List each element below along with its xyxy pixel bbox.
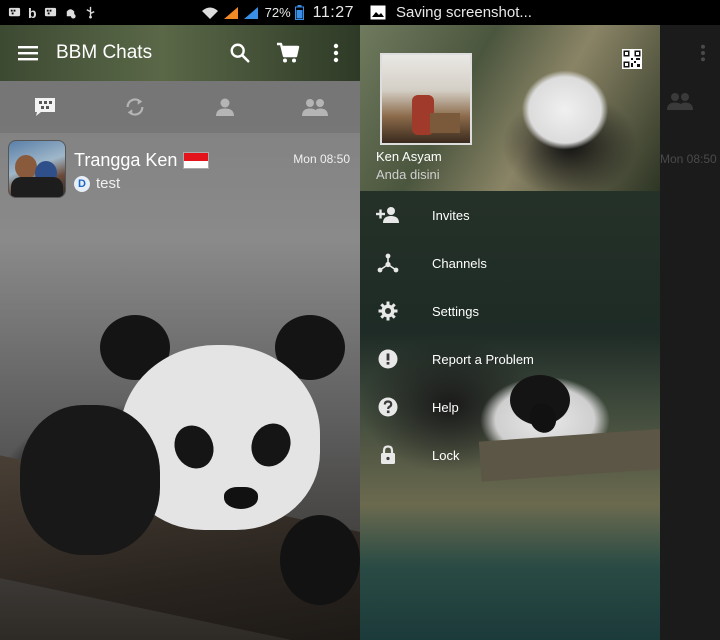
- profile-avatar[interactable]: [380, 53, 472, 145]
- app-bar: BBM Chats: [0, 25, 360, 81]
- menu-label: Settings: [432, 303, 479, 319]
- android-notification-icon: [66, 9, 76, 19]
- delivered-badge: D: [74, 175, 90, 192]
- panda-paw-left: [20, 405, 160, 555]
- dimmed-main-content[interactable]: Mon 08:50: [660, 25, 720, 640]
- tab-groups[interactable]: [270, 81, 360, 133]
- clock: 11:27: [312, 3, 354, 21]
- sync-icon: [126, 98, 144, 116]
- navigation-drawer: Ken Asyam Anda disini Invites Channels S…: [360, 25, 660, 640]
- channels-icon: [377, 253, 399, 273]
- battery-icon: [294, 5, 304, 20]
- search-icon: [230, 43, 250, 63]
- shop-button[interactable]: [270, 35, 306, 71]
- profile-status: Anda disini: [376, 167, 440, 182]
- cart-icon: [277, 42, 300, 63]
- menu-item-help[interactable]: Help: [360, 383, 660, 431]
- b-notification-icon: b: [28, 4, 37, 21]
- screenshot-notice: Saving screenshot...: [396, 4, 532, 21]
- message-time-dimmed: Mon 08:50: [660, 152, 717, 166]
- battery-percent: 72%: [264, 5, 291, 20]
- signal-blue-icon: [243, 6, 258, 19]
- menu-item-report-problem[interactable]: Report a Problem: [360, 335, 660, 383]
- lock-icon: [381, 445, 395, 464]
- image-icon: [370, 5, 386, 20]
- wifi-icon: [201, 7, 218, 19]
- contact-name: Trangga Ken: [74, 150, 178, 170]
- menu-label: Lock: [432, 447, 460, 463]
- add-person-icon: [376, 207, 399, 223]
- menu-item-channels[interactable]: Channels: [360, 239, 660, 287]
- qr-code-icon[interactable]: [622, 49, 642, 69]
- message-time: Mon 08:50: [293, 152, 350, 166]
- last-message: test: [96, 175, 121, 192]
- menu-item-invites[interactable]: Invites: [360, 191, 660, 239]
- bbm-chats-screen: b 72% 11:27 BBM Chats Trangga Ken D test…: [0, 0, 360, 640]
- menu-label: Channels: [432, 255, 487, 271]
- signal-orange-icon: [223, 6, 238, 19]
- menu-label: Report a Problem: [432, 351, 534, 367]
- more-vert-icon: [701, 44, 705, 62]
- tab-contacts[interactable]: [180, 81, 270, 133]
- tab-bar: [0, 81, 360, 133]
- usb-icon: [86, 6, 95, 19]
- bbm-chat-icon: [35, 98, 55, 116]
- hamburger-icon: [18, 46, 38, 61]
- more-vert-icon: [333, 43, 339, 63]
- drawer-header: Ken Asyam Anda disini: [360, 25, 660, 191]
- bbm-notification-icon: [44, 7, 56, 17]
- menu-item-settings[interactable]: Settings: [360, 287, 660, 335]
- contact-avatar: [8, 140, 66, 198]
- overflow-menu-button[interactable]: [318, 35, 354, 71]
- status-bar: b 72% 11:27: [0, 0, 360, 25]
- help-icon: [378, 397, 398, 417]
- tab-chats[interactable]: [0, 81, 90, 133]
- search-button[interactable]: [222, 35, 258, 71]
- gear-icon: [378, 301, 398, 321]
- menu-label: Help: [432, 399, 459, 415]
- group-icon-dimmed: [666, 91, 694, 116]
- profile-name: Ken Asyam: [376, 149, 442, 164]
- tab-updates[interactable]: [90, 81, 180, 133]
- status-bar: Saving screenshot...: [360, 0, 720, 25]
- bbm-drawer-screen: Saving screenshot... Mon 08:50 Ken Asyam…: [360, 0, 720, 640]
- chat-list-item[interactable]: Trangga Ken D test Mon 08:50: [0, 138, 360, 200]
- bbm-notification-icon: [8, 7, 21, 17]
- app-title: BBM Chats: [56, 42, 153, 63]
- person-icon: [216, 98, 234, 116]
- panda-nose: [224, 487, 258, 509]
- indonesia-flag-icon: [183, 152, 210, 169]
- alert-icon: [378, 349, 398, 369]
- panda-paw-right: [280, 515, 360, 605]
- menu-label: Invites: [432, 207, 470, 223]
- hamburger-menu-button[interactable]: [0, 25, 56, 81]
- group-icon: [302, 99, 328, 116]
